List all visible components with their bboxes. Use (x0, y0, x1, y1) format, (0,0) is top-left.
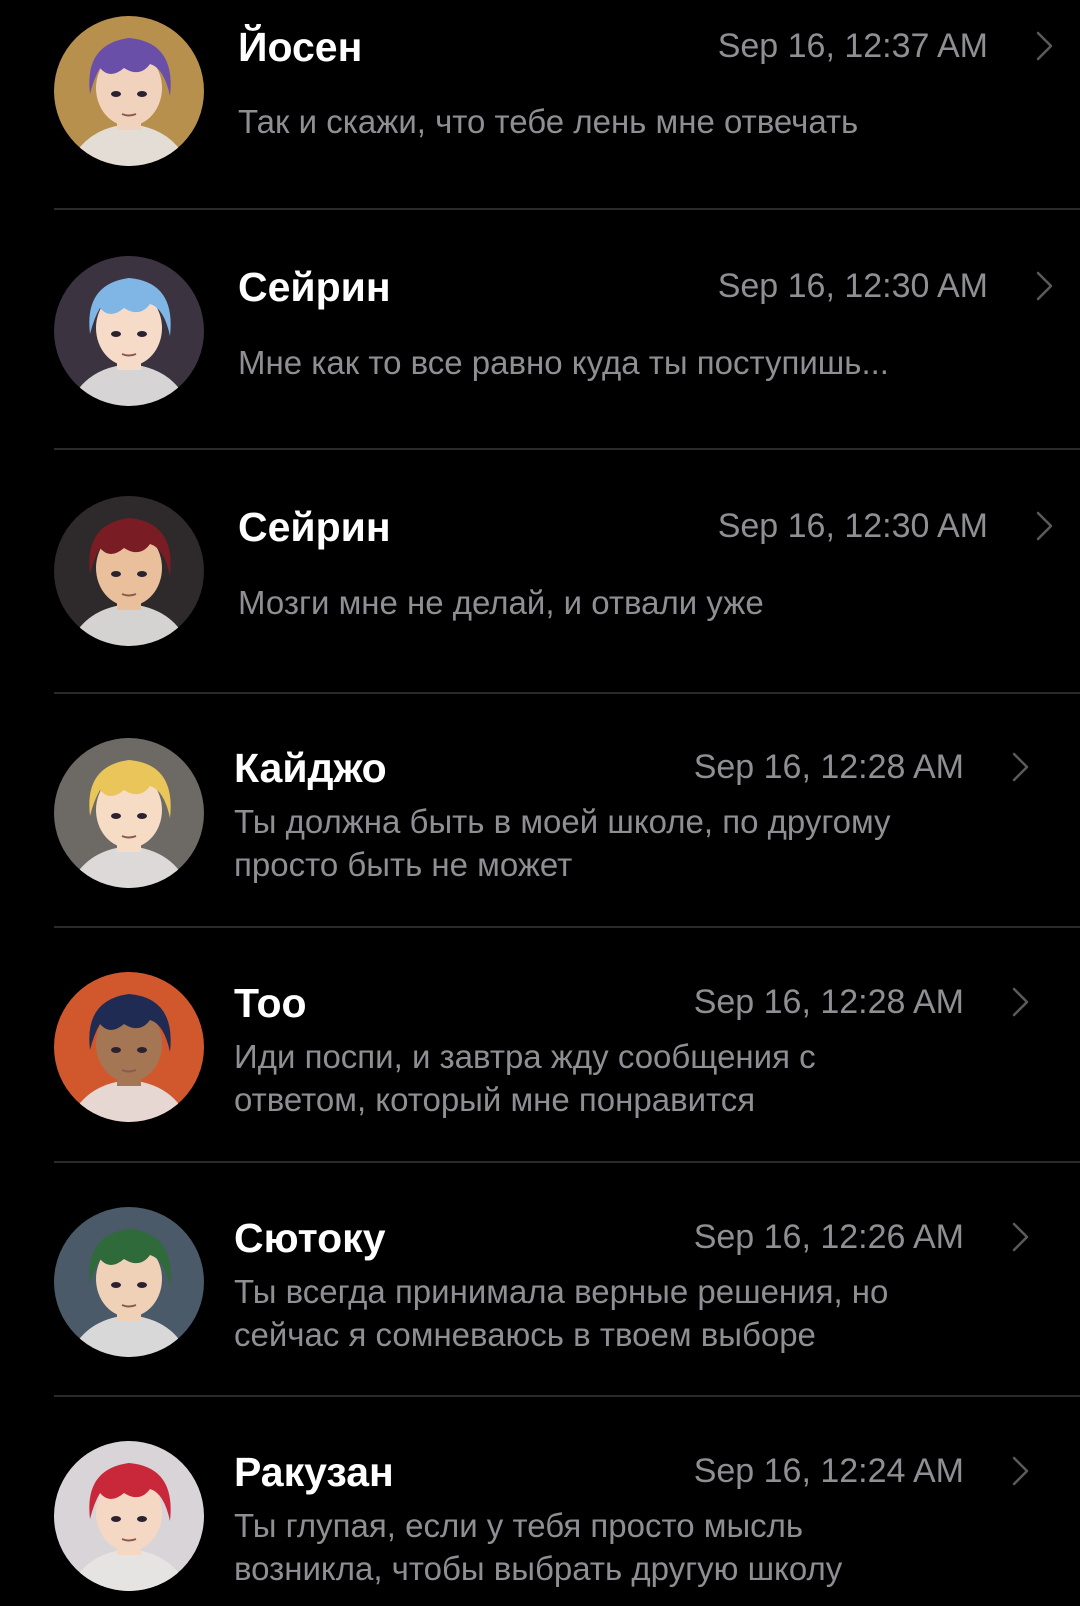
chevron-right-icon (1009, 985, 1033, 1019)
message-preview: Иди поспи, и завтра жду сообщения с отве… (234, 1035, 816, 1121)
message-preview: Мозги мне не делай, и отвали уже (238, 581, 764, 624)
timestamp: Sep 16, 12:24 AM (693, 1452, 964, 1490)
message-line: возникла, чтобы выбрать другую школу (234, 1550, 843, 1587)
message-line: Так и скажи, что тебе лень мне отвечать (238, 103, 859, 140)
message-preview: Ты должна быть в моей школе, по другому … (234, 800, 891, 886)
divider (54, 692, 1080, 694)
contact-name: Тоо (234, 980, 307, 1026)
message-preview: Ты всегда принимала верные решения, но с… (234, 1270, 888, 1356)
chevron-right-icon (1033, 509, 1057, 543)
message-line: Мозги мне не делай, и отвали уже (238, 584, 764, 621)
avatar-navy-hair-icon (54, 972, 204, 1122)
divider (54, 448, 1080, 450)
contact-name: Сейрин (238, 264, 391, 310)
avatar-green-hair-icon (54, 1207, 204, 1357)
timestamp: Sep 16, 12:30 AM (717, 507, 988, 545)
avatar-purple-hair-icon (54, 16, 204, 166)
divider (54, 208, 1080, 210)
timestamp: Sep 16, 12:28 AM (693, 748, 964, 786)
conversation-list: Йосен Sep 16, 12:37 AM Так и скажи, что … (0, 0, 1080, 1606)
message-preview: Мне как то все равно куда ты поступишь..… (238, 341, 889, 384)
avatar-blonde-hair-icon (54, 738, 204, 888)
message-line: Ты глупая, если у тебя просто мысль (234, 1507, 804, 1544)
chevron-right-icon (1009, 750, 1033, 784)
timestamp: Sep 16, 12:37 AM (717, 27, 988, 65)
timestamp: Sep 16, 12:26 AM (693, 1218, 964, 1256)
divider (54, 1161, 1080, 1163)
divider (54, 1395, 1080, 1397)
timestamp: Sep 16, 12:30 AM (717, 267, 988, 305)
chevron-right-icon (1033, 269, 1057, 303)
message-line: Ты всегда принимала верные решения, но (234, 1273, 889, 1310)
message-line: сейчас я сомневаюсь в твоем выборе (234, 1316, 816, 1353)
contact-name: Кайджо (234, 745, 387, 791)
message-line: Ты должна быть в моей школе, по другому (234, 803, 891, 840)
chevron-right-icon (1033, 29, 1057, 63)
divider (54, 926, 1080, 928)
message-line: просто быть не может (234, 846, 573, 883)
message-line: Мне как то все равно куда ты поступишь..… (238, 344, 889, 381)
contact-name: Йосен (238, 24, 363, 70)
message-line: ответом, который мне понравится (234, 1081, 756, 1118)
message-line: Иди поспи, и завтра жду сообщения с (234, 1038, 816, 1075)
message-preview: Так и скажи, что тебе лень мне отвечать (238, 100, 858, 143)
message-preview: Ты глупая, если у тебя просто мысль возн… (234, 1504, 842, 1590)
contact-name: Сейрин (238, 504, 391, 550)
contact-name: Ракузан (234, 1449, 394, 1495)
chevron-right-icon (1009, 1454, 1033, 1488)
timestamp: Sep 16, 12:28 AM (693, 983, 964, 1021)
avatar-red-hair-icon (54, 496, 204, 646)
avatar-blue-hair-icon (54, 256, 204, 406)
chevron-right-icon (1009, 1220, 1033, 1254)
avatar-crimson-hair-icon (54, 1441, 204, 1591)
contact-name: Сютоку (234, 1215, 386, 1261)
